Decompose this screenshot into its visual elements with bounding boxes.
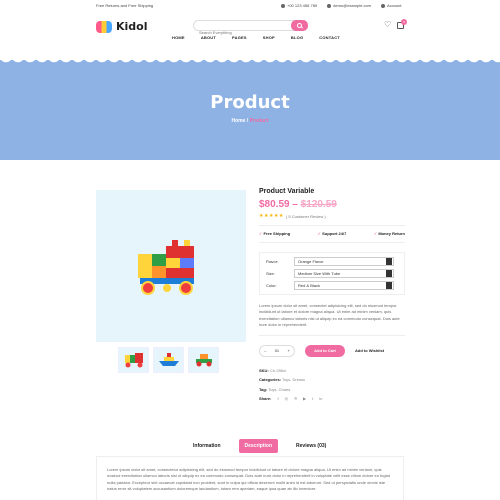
categories-value[interactable]: Toys, Dresss [282,377,305,382]
product-options: Flavor: Orange Flavor Size: Medium Size … [259,252,405,295]
review-count[interactable]: ( 5 Customer Review ) [286,214,326,219]
email-link[interactable]: demo@example.com [327,3,371,8]
option-label: Size: [266,271,275,276]
chevron-down-icon [386,258,392,265]
thumb-boat-image [158,353,179,366]
toy-train-image [138,240,194,295]
banner-scallop-edge [0,56,500,64]
dribbble-icon[interactable]: ◎ [285,394,289,404]
sku-row: SKU: Ch-256xl [259,367,286,373]
option-flavor: Flavor: Orange Flavor [266,257,398,266]
cart-count-badge: 0 [401,18,408,25]
color-select[interactable]: Red & Black [294,281,394,290]
twitter-icon[interactable]: t [312,394,313,404]
product-main-image[interactable] [96,190,246,342]
tab-description[interactable]: Description [238,439,279,453]
size-select[interactable]: Medium Size With Tube [294,269,394,278]
logo-icon [96,20,112,33]
search-bar [193,20,308,37]
thumb-car-image [195,354,212,367]
description-panel: Lorem ipsum dolor sit amet, consectetur … [96,456,404,500]
product-thumbnails [118,347,219,373]
breadcrumb: Home / Product [0,118,500,124]
sku-value: Ch-256xl [269,367,286,373]
product-info: Product Variable $80.59 – $120.59 ★★★★★ … [259,188,405,404]
search-icon [297,23,302,28]
breadcrumb-current: Product [249,118,269,124]
page-title: Product [210,92,290,113]
divider [259,334,405,336]
option-color: Color: Red & Black [266,281,398,290]
share-row: Share: f ◎ ℗ ▶ t in [259,394,405,404]
tag-row: Tag: Toys, Chairs [259,386,291,392]
nav-home[interactable]: HOME [172,35,185,40]
nav-contact[interactable]: CONTACT [319,35,340,40]
qty-minus-button[interactable]: – [264,348,266,353]
pinterest-icon[interactable]: ℗ [294,394,297,404]
product-rating: ★★★★★ ( 5 Customer Review ) [259,213,405,219]
product-description: Lorem ipsum dolor sit amet, consectet ad… [259,303,400,328]
feature-free-shipping: Free Shipping [259,231,290,236]
thumb-train-image [124,353,143,368]
tab-reviews[interactable]: Reviews (03) [290,439,332,453]
logo-text: Kidol [116,20,148,33]
divider [259,225,405,226]
logo[interactable]: Kidol [96,20,148,33]
feature-support: Support 24/7 [318,231,346,236]
nav-pages[interactable]: PAGES [232,35,247,40]
product-meta: SKU: Ch-256xl Categories: Toys, Dresss T… [259,366,405,404]
phone-link[interactable]: +00 123 456 789 [281,3,317,8]
star-rating-icon: ★★★★★ [259,213,284,219]
option-label: Flavor: [266,259,279,264]
phone-icon [281,3,285,8]
product-price: $80.59 – $120.59 [259,199,405,210]
add-to-wishlist-link[interactable]: Add to Wishlist [355,348,384,353]
mail-icon [327,3,332,8]
option-size: Size: Medium Size With Tube [266,269,398,278]
chevron-down-icon [386,270,392,277]
quantity-stepper[interactable]: – 01 + [259,344,295,357]
wishlist-icon[interactable]: ♡ [384,21,391,29]
nav-blog[interactable]: BLOG [291,35,303,40]
chevron-down-icon [386,282,392,289]
qty-plus-button[interactable]: + [287,348,289,353]
linkedin-icon[interactable]: in [319,394,322,404]
nav-about[interactable]: ABOUT [201,35,216,40]
nav-shop[interactable]: SHOP [263,35,275,40]
cart-row: – 01 + Add to Cart Add to Wishlist [259,344,405,357]
flavor-select[interactable]: Orange Flavor [294,257,394,266]
tag-value[interactable]: Toys, Chairs [268,387,290,392]
product-title: Product Variable [259,188,315,195]
youtube-icon[interactable]: ▶ [303,394,306,404]
top-bar: Free Returns and Free Shipping +00 123 4… [0,0,500,10]
search-button[interactable] [291,20,308,31]
divider [259,242,405,243]
feature-money-return: Money Return [374,231,405,236]
tab-information[interactable]: Information [187,439,227,453]
product-tabs: Information Description Reviews (03) [187,439,332,453]
qty-value[interactable]: 01 [275,348,279,353]
account-link[interactable]: Account [381,3,401,8]
thumbnail-car[interactable] [188,347,219,373]
categories-row: Categories: Toys, Dresss [259,377,305,383]
breadcrumb-home[interactable]: Home [232,118,246,124]
price-separator: – [289,199,301,210]
user-icon [381,3,385,8]
old-price: $120.59 [300,199,337,210]
thumbnail-boat[interactable] [153,347,184,373]
option-label: Color: [266,283,277,288]
main-nav: HOME ABOUT PAGES SHOP BLOG CONTACT [172,35,340,40]
current-price: $80.59 [259,199,290,210]
add-to-cart-button[interactable]: Add to Cart [305,344,345,357]
promo-text: Free Returns and Free Shipping [96,3,154,8]
thumbnail-train[interactable] [118,347,149,373]
facebook-icon[interactable]: f [277,394,278,404]
cart-icon[interactable]: 0 [397,18,408,29]
feature-list: Free Shipping Support 24/7 Money Return [259,231,405,236]
